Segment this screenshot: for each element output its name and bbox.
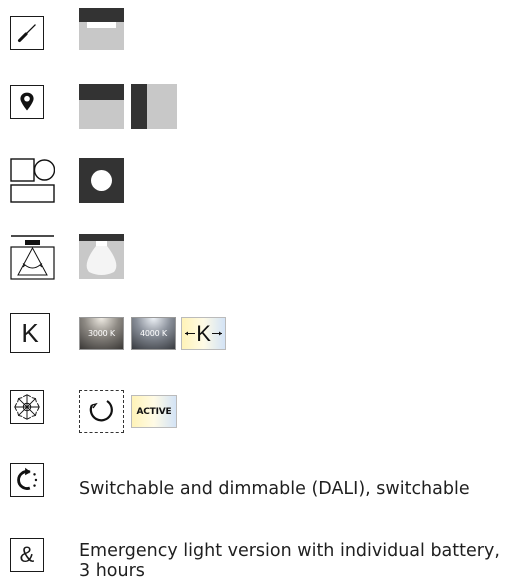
luminaire-body — [87, 22, 116, 28]
ceiling-block — [79, 234, 124, 241]
kelvin-letter: K — [21, 318, 39, 348]
active-light-option[interactable]: ACTIVE — [131, 395, 177, 428]
ceiling-block — [79, 84, 124, 100]
ceiling-installation-option[interactable] — [79, 84, 124, 129]
snowflake-sensor-icon — [14, 394, 40, 420]
installation-category-icon — [10, 85, 44, 119]
emergency-description-line2: 3 hours — [79, 561, 145, 581]
switching-description: Switchable and dimmable (DALI), switchab… — [79, 479, 470, 499]
sensor-option[interactable] — [79, 390, 124, 433]
location-pin-icon — [20, 92, 34, 111]
mounting-category-icon — [10, 16, 44, 50]
surface-mount-option[interactable] — [79, 8, 124, 50]
ceiling-block — [79, 8, 124, 22]
ampersand-icon: & — [19, 542, 35, 567]
beam-angle-icon — [10, 235, 55, 280]
round-shape-option[interactable] — [79, 158, 124, 203]
wide-beam-option[interactable] — [79, 234, 124, 279]
wall-block — [131, 84, 147, 129]
active-label: ACTIVE — [136, 406, 172, 417]
color-temperature-category-icon: K — [10, 313, 50, 353]
screwdriver-icon — [17, 24, 36, 43]
dimmable-refresh-icon — [17, 467, 38, 490]
wall-installation-option[interactable] — [131, 84, 177, 129]
shapes-icon — [10, 158, 55, 203]
tunable-white-option[interactable]: K — [181, 317, 226, 350]
emergency-category-icon: & — [10, 538, 44, 572]
emergency-description-line1: Emergency light version with individual … — [79, 541, 500, 561]
color-temp-4000k-option[interactable]: 4000 K — [131, 317, 176, 350]
color-temp-3000k-label: 3000 K — [88, 329, 115, 338]
color-temp-4000k-label: 4000 K — [140, 329, 167, 338]
circular-arrow-icon — [89, 400, 113, 422]
control-category-icon — [10, 390, 44, 424]
round-luminaire — [91, 170, 112, 191]
switching-category-icon — [10, 463, 44, 497]
light-cone — [86, 246, 117, 275]
shape-category-icon — [10, 158, 55, 203]
color-temp-3000k-option[interactable]: 3000 K — [79, 317, 124, 350]
light-distribution-category-icon — [10, 234, 55, 280]
tunable-kelvin-letter: K — [196, 320, 211, 346]
